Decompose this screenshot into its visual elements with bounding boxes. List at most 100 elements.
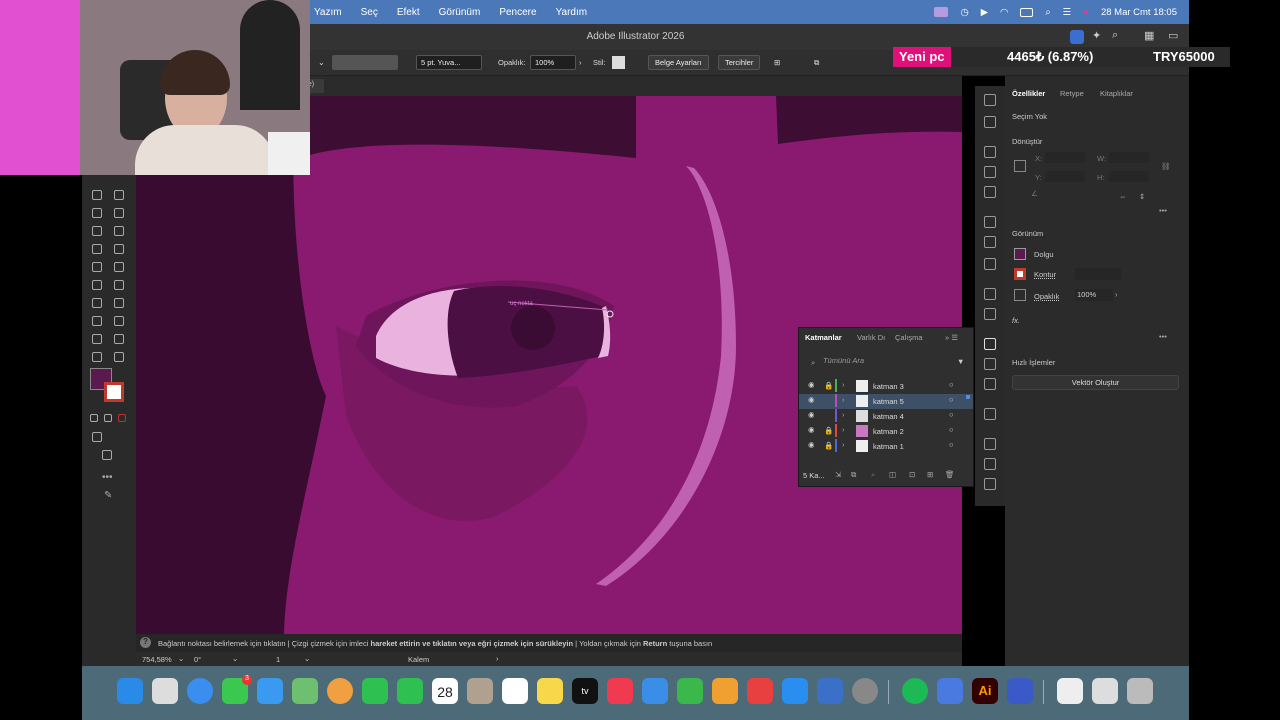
new-sublayer-icon[interactable]: ⊡	[909, 470, 915, 479]
default-colors-icon[interactable]	[90, 414, 98, 422]
stroke-weight-stepper[interactable]	[1075, 268, 1121, 280]
stroke-panel-icon[interactable]	[984, 216, 996, 228]
fx-button[interactable]: fx.	[1012, 316, 1020, 325]
export-icon[interactable]: ⧉	[851, 470, 856, 480]
gradient-tool-icon[interactable]	[114, 262, 124, 272]
launchpad-icon[interactable]	[152, 678, 178, 704]
swatches-panel-icon[interactable]	[984, 166, 996, 178]
target-icon[interactable]: ○	[949, 380, 954, 389]
illustrator-icon[interactable]: Ai	[972, 678, 998, 704]
share-icon[interactable]	[1070, 30, 1084, 44]
chevron-right-icon[interactable]: ›	[496, 654, 499, 663]
battery-icon[interactable]	[1020, 7, 1034, 17]
shape-builder-icon[interactable]	[92, 244, 102, 254]
collect-export-icon[interactable]: ⇲	[835, 470, 841, 479]
eye-icon[interactable]: ◉	[808, 380, 815, 389]
menu-yazim[interactable]: Yazım	[314, 7, 342, 18]
stroke-swatch[interactable]	[104, 382, 124, 402]
layer-name[interactable]: katman 4	[873, 412, 904, 421]
numbers-icon[interactable]	[677, 678, 703, 704]
free-transform-icon[interactable]	[114, 226, 124, 236]
rotate-angle-icon[interactable]: ∠	[1031, 189, 1038, 198]
safari-icon[interactable]	[187, 678, 213, 704]
tab-retype[interactable]: Retype	[1060, 89, 1084, 98]
menubar-datetime[interactable]: 28 Mar Cmt 18:05	[1101, 7, 1177, 18]
rotation-field[interactable]: 0°	[194, 655, 201, 664]
tab-artboards[interactable]: Çalışma	[895, 333, 923, 342]
mesh-tool-icon[interactable]	[92, 262, 102, 272]
tv-icon[interactable]: tv	[572, 678, 598, 704]
finder-icon[interactable]	[117, 678, 143, 704]
siri-icon[interactable]: ●	[1083, 7, 1089, 18]
menu-efekt[interactable]: Efekt	[397, 7, 420, 18]
artboard-field[interactable]: 1	[276, 655, 280, 664]
locate-object-icon[interactable]: ⌕	[871, 470, 875, 480]
scale-tool-icon[interactable]	[114, 208, 124, 218]
flip-vertical-icon[interactable]: ⇕	[1139, 192, 1145, 201]
expand-icon[interactable]: ›	[842, 440, 845, 449]
eye-icon[interactable]: ◉	[808, 440, 815, 449]
draw-mode-icon[interactable]	[92, 432, 102, 442]
layer-row[interactable]: ◉ 🔒 › katman 3 ○	[799, 379, 973, 394]
flip-horizontal-icon[interactable]: ⇔	[1119, 192, 1127, 201]
chevron-right-icon[interactable]: ›	[579, 58, 582, 67]
finder-drive-icon[interactable]	[937, 678, 963, 704]
lock-icon[interactable]: 🔒	[824, 441, 833, 450]
layer-row[interactable]: ◉ › katman 5 ○	[799, 394, 973, 409]
transform-panel-icon[interactable]	[984, 458, 996, 470]
workspace-icon[interactable]: ▦	[1144, 29, 1154, 42]
spotify-icon[interactable]	[902, 678, 928, 704]
opacity-input[interactable]: 100%	[1075, 289, 1113, 301]
warp-tool-icon[interactable]	[92, 226, 102, 236]
tab-libraries[interactable]: Kitaplıklar	[1100, 89, 1133, 98]
opacity-label[interactable]: Opaklık	[1034, 292, 1059, 301]
keynote-icon[interactable]	[642, 678, 668, 704]
expand-icon[interactable]: ›	[842, 395, 845, 404]
comments-panel-icon[interactable]	[984, 408, 996, 420]
contacts-icon[interactable]	[467, 678, 493, 704]
menu-sec[interactable]: Seç	[361, 7, 378, 18]
fill-swatch[interactable]	[1014, 248, 1026, 260]
stroke-label[interactable]: Kontur	[1034, 270, 1056, 279]
more-tools-icon[interactable]: •••	[102, 472, 113, 483]
symbol-sprayer-icon[interactable]	[92, 298, 102, 308]
expand-icon[interactable]: ›	[842, 425, 845, 434]
trash-icon[interactable]	[1127, 678, 1153, 704]
photos-icon[interactable]	[327, 678, 353, 704]
system-settings-icon[interactable]	[852, 678, 878, 704]
constrain-icon[interactable]: ⛓	[1161, 162, 1171, 171]
symbols-panel-icon[interactable]	[984, 186, 996, 198]
w-input[interactable]	[1109, 152, 1149, 163]
blend-tool-icon[interactable]	[114, 298, 124, 308]
style-swatch[interactable]	[612, 56, 625, 69]
export-panel-icon[interactable]	[984, 358, 996, 370]
filter-icon[interactable]: ▼	[957, 357, 964, 366]
layers-search-input[interactable]: Tümünü Ara	[823, 356, 948, 369]
live-paint-icon[interactable]	[114, 244, 124, 254]
properties-panel-icon[interactable]	[984, 94, 996, 106]
align-panel-icon[interactable]	[984, 438, 996, 450]
menu-pencere[interactable]: Pencere	[499, 7, 536, 18]
tab-properties[interactable]: Özellikler	[1012, 89, 1045, 98]
edit-toolbar-icon[interactable]: ✎	[104, 490, 112, 501]
chevron-down-icon[interactable]: ⌄	[178, 654, 184, 663]
music-icon[interactable]	[607, 678, 633, 704]
chevron-down-icon[interactable]: ⌄	[318, 58, 325, 67]
pen-tool-icon[interactable]	[92, 190, 102, 200]
rotate-tool-icon[interactable]	[92, 208, 102, 218]
eye-icon[interactable]: ◉	[808, 425, 815, 434]
target-icon[interactable]: ○	[949, 395, 954, 404]
new-layer-icon[interactable]: ⊞	[927, 470, 933, 479]
menu-gorunum[interactable]: Görünüm	[439, 7, 481, 18]
lock-icon[interactable]: 🔒	[824, 381, 833, 390]
h-input[interactable]	[1109, 171, 1149, 182]
reminders-icon[interactable]	[502, 678, 528, 704]
document-stack-icon[interactable]	[1057, 678, 1083, 704]
document-setup-button[interactable]: Belge Ayarları	[648, 55, 709, 70]
screen-mode-icon[interactable]	[102, 450, 112, 460]
wifi-icon[interactable]: ◠	[1000, 7, 1008, 18]
blob-brush-icon[interactable]	[114, 190, 124, 200]
expand-icon[interactable]: ›	[842, 380, 845, 389]
chevron-right-icon[interactable]: ›	[1115, 290, 1118, 299]
layer-name[interactable]: katman 3	[873, 382, 904, 391]
